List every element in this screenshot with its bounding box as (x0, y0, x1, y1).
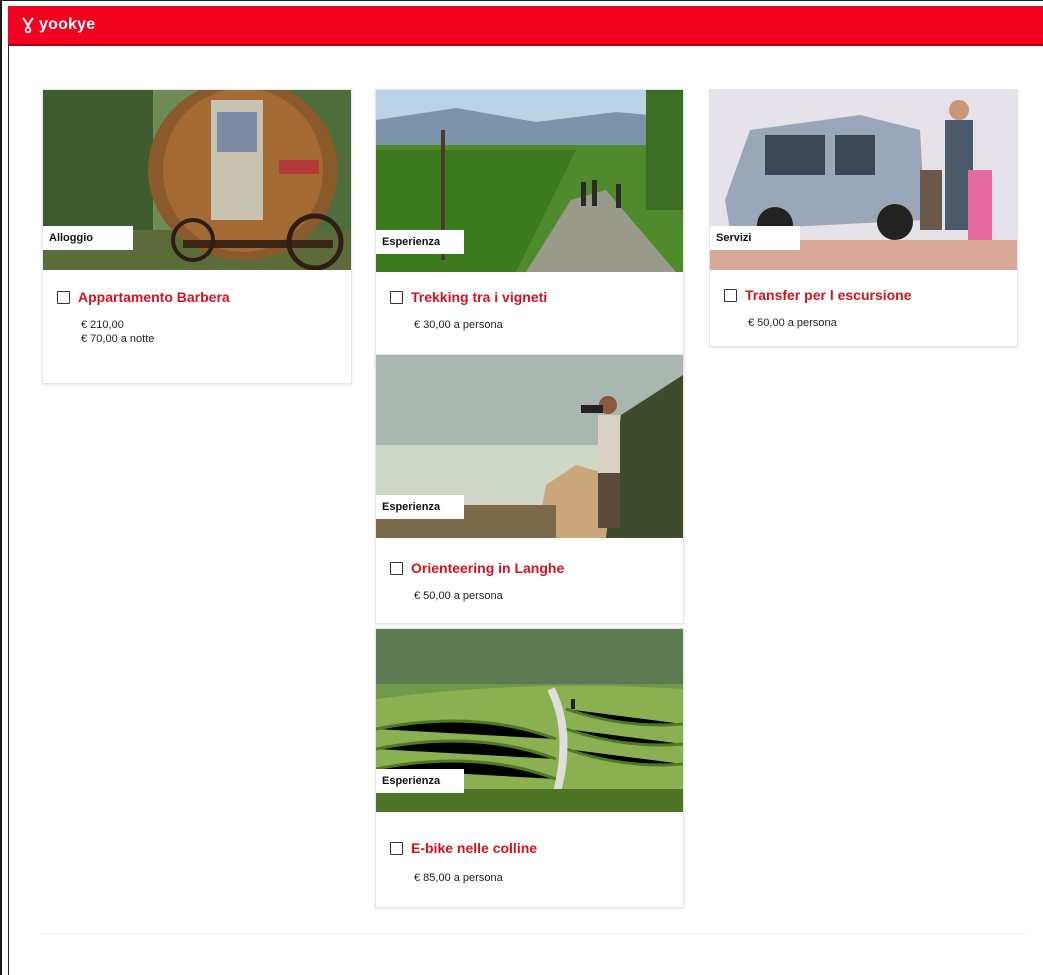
category-badge: Alloggio (43, 226, 133, 250)
card-title[interactable]: Appartamento Barbera (78, 289, 230, 305)
category-badge: Esperienza (376, 769, 464, 793)
card-title-row: Appartamento Barbera (57, 289, 230, 305)
card-trekking-tra-i-vigneti[interactable]: Esperienza Trekking tra i vigneti € 30,0… (375, 89, 684, 366)
footer-divider (40, 934, 1030, 935)
price-per-person: € 50,00 a persona (748, 317, 837, 329)
select-checkbox[interactable] (724, 288, 737, 302)
price-per-person: € 30,00 a persona (414, 319, 503, 331)
select-checkbox[interactable] (57, 290, 70, 304)
card-title-row: E-bike nelle colline (390, 840, 537, 856)
select-checkbox[interactable] (390, 841, 403, 855)
price-per-night: € 70,00 a notte (81, 333, 155, 345)
left-divider (8, 44, 9, 975)
card-e-bike-nelle-colline[interactable]: Esperienza E-bike nelle colline € 85,00 … (375, 628, 684, 908)
price-total: € 210,00 (81, 319, 124, 331)
card-title[interactable]: Orienteering in Langhe (411, 560, 564, 576)
brand-name: yookye (39, 16, 96, 33)
card-title[interactable]: Transfer per l escursione (745, 287, 912, 303)
card-title[interactable]: Trekking tra i vigneti (411, 289, 547, 305)
card-title-row: Trekking tra i vigneti (390, 289, 547, 305)
card-title-row: Orienteering in Langhe (390, 560, 564, 576)
select-checkbox[interactable] (390, 290, 403, 304)
price-per-person: € 50,00 a persona (414, 590, 503, 602)
card-appartamento-barbera[interactable]: Alloggio Appartamento Barbera € 210,00 €… (42, 89, 352, 384)
category-badge: Esperienza (376, 495, 464, 519)
category-badge: Servizi (710, 226, 800, 250)
top-bar: yookye (8, 6, 1043, 46)
card-title[interactable]: E-bike nelle colline (411, 840, 537, 856)
card-title-row: Transfer per l escursione (724, 287, 912, 303)
card-orienteering-in-langhe[interactable]: Esperienza Orienteering in Langhe € 50,0… (375, 354, 684, 624)
yookye-logo-icon (22, 17, 34, 34)
select-checkbox[interactable] (390, 561, 403, 575)
price-per-person: € 85,00 a persona (414, 872, 503, 884)
brand-logo[interactable]: yookye (20, 16, 95, 34)
card-transfer-escursione[interactable]: Servizi Transfer per l escursione € 50,0… (709, 89, 1018, 347)
category-badge: Esperienza (376, 230, 464, 254)
